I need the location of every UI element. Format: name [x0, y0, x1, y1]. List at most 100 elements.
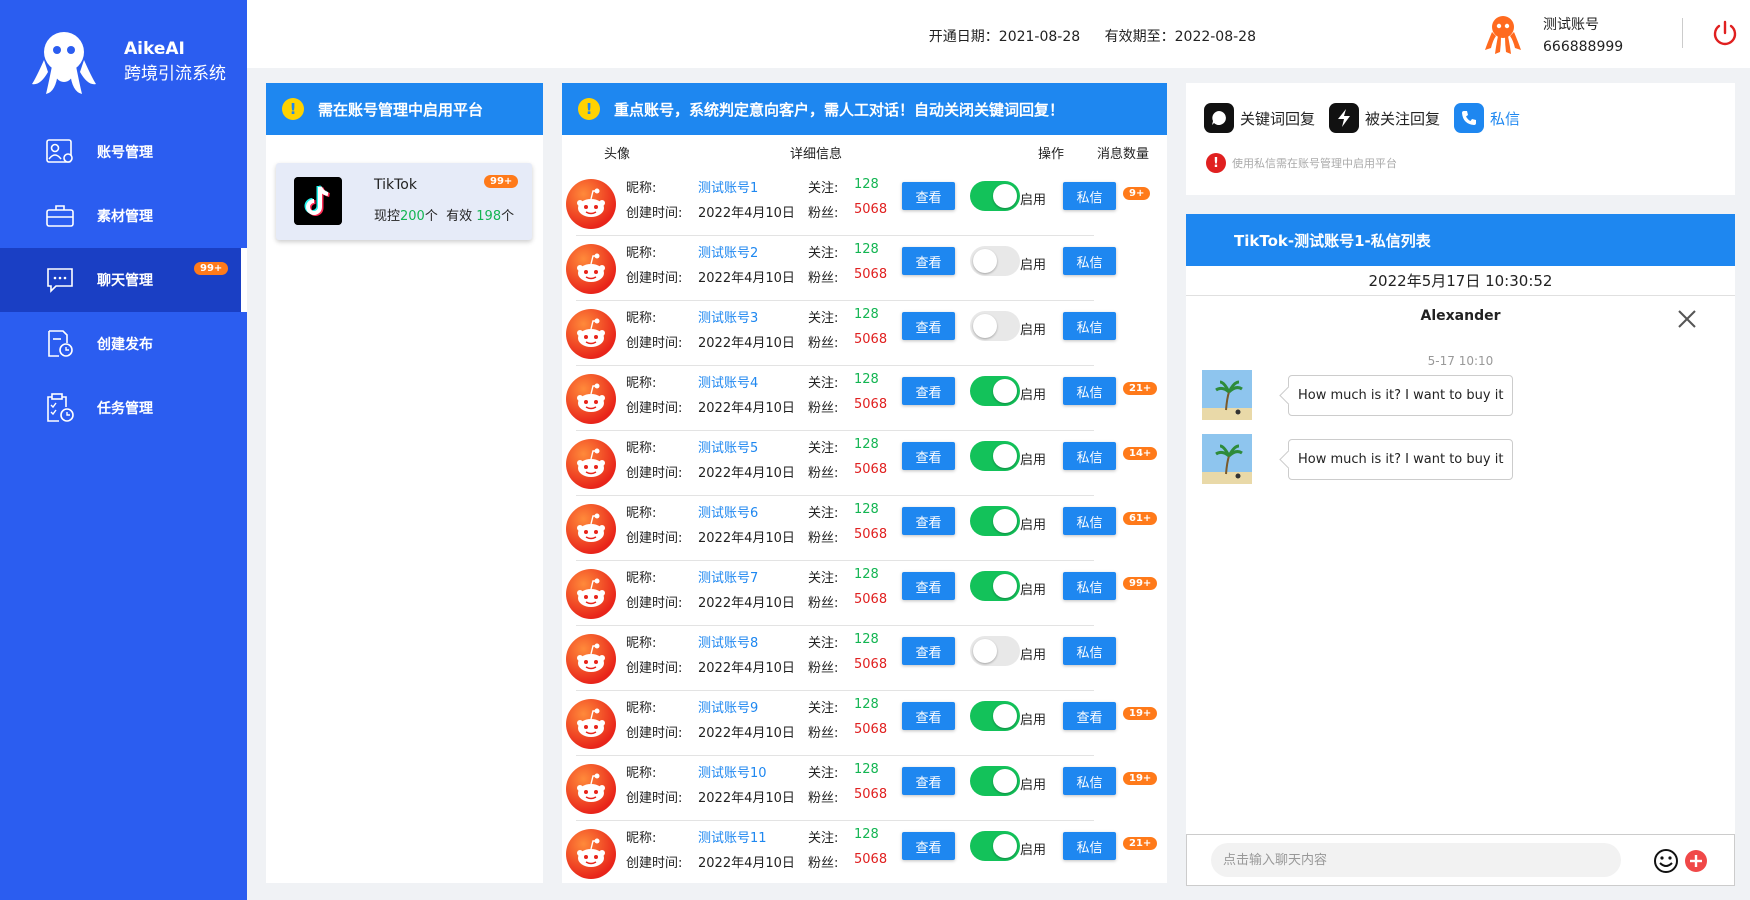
enable-toggle[interactable] [970, 636, 1020, 666]
briefcase-icon [45, 201, 75, 231]
fans-count: 5068 [854, 202, 888, 217]
power-icon[interactable] [1711, 20, 1739, 48]
fans-count: 5068 [854, 657, 888, 672]
created-date: 2022年4月10日 [698, 466, 795, 481]
enable-toggle[interactable] [970, 831, 1020, 861]
account-nickname[interactable]: 测试账号4 [698, 372, 758, 391]
enable-toggle[interactable] [970, 181, 1020, 211]
chat-bubble-icon [1204, 103, 1234, 133]
close-icon[interactable] [1676, 308, 1698, 330]
sidebar-item-chat[interactable]: 聊天管理 99+ [0, 248, 247, 312]
toggle-knob [993, 834, 1017, 858]
view-button[interactable]: 查看 [902, 442, 955, 470]
fans-label: 粉丝: [808, 531, 839, 546]
follow-label: 关注: [808, 831, 839, 846]
message-action-button[interactable]: 私信 [1063, 832, 1116, 860]
fans-label: 粉丝: [808, 661, 839, 676]
nick-label: 昵称: [626, 766, 657, 781]
sidebar-item-material[interactable]: 素材管理 [0, 184, 247, 248]
follow-label: 关注: [808, 506, 839, 521]
tab-keyword-reply[interactable]: 关键词回复 [1204, 103, 1315, 133]
message-count-badge: 21+ [1123, 837, 1158, 850]
message-action-button[interactable]: 私信 [1063, 377, 1116, 405]
tiktok-platform-card[interactable]: TikTok 99+ 现控200个 有效 198个 [276, 163, 532, 240]
sidebar-item-account[interactable]: 账号管理 [0, 120, 247, 184]
account-avatar [566, 504, 616, 554]
col-detail: 详细信息 [790, 147, 843, 162]
message-action-button[interactable]: 私信 [1063, 572, 1116, 600]
enable-toggle[interactable] [970, 766, 1020, 796]
follow-count: 128 [854, 177, 879, 192]
account-avatar [566, 764, 616, 814]
message-action-button[interactable]: 私信 [1063, 247, 1116, 275]
user-avatar[interactable] [1481, 12, 1525, 56]
account-nickname[interactable]: 测试账号7 [698, 567, 758, 586]
enable-toggle[interactable] [970, 376, 1020, 406]
message-count-badge: 99+ [1123, 577, 1158, 590]
account-row: 昵称: 测试账号3 创建时间: 2022年4月10日 关注: 128 粉丝: 5068 查看 启用… [562, 301, 1162, 366]
message-action-button[interactable]: 私信 [1063, 312, 1116, 340]
tiktok-logo-icon [294, 177, 342, 225]
account-nickname[interactable]: 测试账号8 [698, 632, 758, 651]
view-button[interactable]: 查看 [902, 377, 955, 405]
view-button[interactable]: 查看 [902, 702, 955, 730]
created-date: 2022年4月10日 [698, 661, 795, 676]
follow-label: 关注: [808, 311, 839, 326]
account-nickname[interactable]: 测试账号2 [698, 242, 758, 261]
view-button[interactable]: 查看 [902, 507, 955, 535]
tab-follow-reply[interactable]: 被关注回复 [1329, 103, 1440, 133]
account-nickname[interactable]: 测试账号9 [698, 697, 758, 716]
fans-label: 粉丝: [808, 726, 839, 741]
fans-label: 粉丝: [808, 271, 839, 286]
view-button[interactable]: 查看 [902, 182, 955, 210]
account-nickname[interactable]: 测试账号1 [698, 177, 758, 196]
enable-label: 启用 [1020, 648, 1047, 663]
chat-title: TikTok-测试账号1-私信列表 [1186, 214, 1735, 266]
toggle-knob [993, 574, 1017, 598]
follow-label: 关注: [808, 766, 839, 781]
plus-icon[interactable] [1683, 848, 1709, 874]
nick-label: 昵称: [626, 506, 657, 521]
view-button[interactable]: 查看 [902, 247, 955, 275]
message-action-button[interactable]: 私信 [1063, 767, 1116, 795]
fans-count: 5068 [854, 462, 888, 477]
account-nickname[interactable]: 测试账号3 [698, 307, 758, 326]
account-nickname[interactable]: 测试账号5 [698, 437, 758, 456]
message-action-button[interactable]: 私信 [1063, 507, 1116, 535]
message-action-button[interactable]: 私信 [1063, 182, 1116, 210]
enable-toggle[interactable] [970, 441, 1020, 471]
enable-toggle[interactable] [970, 571, 1020, 601]
toggle-knob [973, 639, 997, 663]
open-date: 开通日期：2021-08-28 [928, 29, 1081, 45]
message-count-badge: 19+ [1123, 707, 1158, 720]
enable-toggle[interactable] [970, 246, 1020, 276]
account-nickname[interactable]: 测试账号10 [698, 762, 767, 781]
created-date: 2022年4月10日 [698, 271, 795, 286]
message-action-button[interactable]: 查看 [1063, 702, 1116, 730]
tab-private-message[interactable]: 私信 [1454, 103, 1520, 133]
enable-toggle[interactable] [970, 311, 1020, 341]
sidebar-item-task[interactable]: 任务管理 [0, 376, 247, 440]
enable-toggle[interactable] [970, 701, 1020, 731]
fans-count: 5068 [854, 852, 888, 867]
view-button[interactable]: 查看 [902, 312, 955, 340]
enable-toggle[interactable] [970, 506, 1020, 536]
platform-panel-header: ! 需在账号管理中启用平台 [266, 83, 543, 135]
view-button[interactable]: 查看 [902, 767, 955, 795]
account-nickname[interactable]: 测试账号11 [698, 827, 767, 846]
emoji-icon[interactable] [1653, 848, 1679, 874]
enable-label: 启用 [1020, 713, 1047, 728]
warning-icon: ! [282, 98, 304, 120]
message-action-button[interactable]: 私信 [1063, 442, 1116, 470]
chat-input[interactable] [1211, 843, 1621, 877]
fans-count: 5068 [854, 267, 888, 282]
view-button[interactable]: 查看 [902, 637, 955, 665]
message-action-button[interactable]: 私信 [1063, 637, 1116, 665]
view-button[interactable]: 查看 [902, 572, 955, 600]
follow-count: 128 [854, 762, 879, 777]
view-button[interactable]: 查看 [902, 832, 955, 860]
toggle-knob [973, 314, 997, 338]
enable-label: 启用 [1020, 193, 1047, 208]
account-nickname[interactable]: 测试账号6 [698, 502, 758, 521]
sidebar-item-publish[interactable]: 创建发布 [0, 312, 247, 376]
